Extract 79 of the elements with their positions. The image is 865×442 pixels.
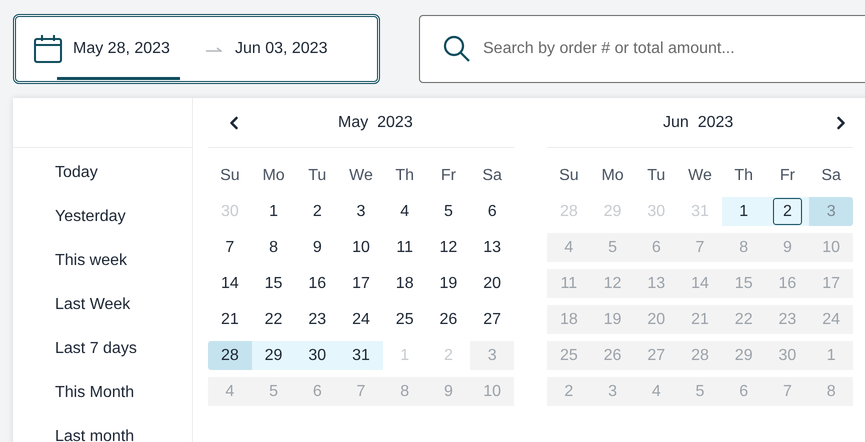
calendar-day[interactable]: 19 — [590, 305, 634, 334]
weekday-label: Sa — [481, 166, 503, 186]
weekday-label: We — [348, 166, 374, 186]
weekday-label: Sa — [820, 166, 842, 186]
calendar-day[interactable]: 6 — [722, 377, 766, 406]
calendar-day[interactable]: 18 — [547, 305, 591, 334]
search-field[interactable]: Search by order # or total amount... — [419, 15, 865, 83]
calendar-day[interactable]: 10 — [470, 377, 514, 406]
calendar-day[interactable]: 5 — [678, 377, 722, 406]
calendar-day[interactable]: 29 — [722, 341, 766, 370]
calendar-day[interactable]: 23 — [766, 305, 810, 334]
preset-option[interactable]: Yesterday — [55, 204, 126, 229]
calendar-day[interactable]: 3 — [590, 377, 634, 406]
calendar-icon — [33, 34, 63, 64]
weekday-label: Tu — [307, 166, 328, 186]
calendar-day[interactable]: 7 — [766, 377, 810, 406]
start-date[interactable]: May 28, 2023 — [57, 17, 180, 80]
calendar-day[interactable]: 8 — [722, 233, 766, 262]
weekday-label: We — [687, 166, 713, 186]
weekday-label: Fr — [440, 166, 457, 186]
month-title: Jun 2023 — [663, 112, 734, 132]
calendar-day[interactable]: 30 — [766, 341, 810, 370]
weekday-label: Tu — [646, 166, 666, 186]
calendar-day[interactable]: 9 — [426, 377, 470, 406]
preset-option[interactable]: Last month — [55, 424, 134, 442]
calendar-day[interactable]: 26 — [590, 341, 634, 370]
weekday-label: Th — [394, 166, 416, 186]
calendar-day[interactable]: 6 — [634, 233, 678, 262]
calendar-day[interactable]: 16 — [766, 269, 810, 298]
preset-option[interactable]: Last Week — [55, 292, 130, 317]
calendar-day[interactable]: 29 — [252, 341, 296, 370]
calendar-day[interactable]: 22 — [722, 305, 766, 334]
calendar-day[interactable]: 15 — [722, 269, 766, 298]
preset-option[interactable]: This Month — [55, 380, 134, 405]
calendar-day[interactable]: 14 — [678, 269, 722, 298]
calendar-day[interactable]: 21 — [678, 305, 722, 334]
calendar-day[interactable]: 10 — [809, 233, 853, 262]
preset-option[interactable]: Last 7 days — [55, 336, 137, 361]
calendar-day[interactable]: 27 — [634, 341, 678, 370]
weekday-label: Mo — [261, 166, 286, 186]
calendar-day[interactable]: 2 — [547, 377, 591, 406]
calendar-day[interactable]: 1 — [722, 197, 766, 226]
weekday-label: Fr — [778, 166, 796, 186]
calendar-day[interactable]: 11 — [547, 269, 591, 298]
calendar-day[interactable]: 1 — [809, 341, 853, 370]
calendar-day[interactable]: 9 — [766, 233, 810, 262]
preset-option[interactable]: This week — [55, 248, 128, 273]
calendar-day[interactable]: 6 — [295, 377, 340, 406]
weekday-label: Su — [219, 166, 241, 186]
calendar-day[interactable]: 2 — [766, 197, 810, 226]
search-icon — [443, 35, 471, 63]
calendar-day[interactable]: 25 — [547, 341, 591, 370]
calendar-day[interactable]: 28 — [678, 341, 722, 370]
calendar-day[interactable]: 3 — [809, 197, 853, 226]
calendar-day[interactable]: 31 — [339, 341, 383, 370]
calendar-day[interactable]: 4 — [547, 233, 591, 262]
end-date[interactable]: Jun 03, 2023 — [224, 17, 338, 80]
calendar-day[interactable]: 20 — [634, 305, 678, 334]
calendar-day[interactable]: 3 — [470, 341, 514, 370]
weekday-label: Th — [733, 166, 754, 186]
date-range-field[interactable]: May 28, 2023 Jun 03, 2023 — [13, 14, 380, 84]
calendar-day[interactable]: 7 — [339, 377, 383, 406]
calendar-day[interactable]: 24 — [809, 305, 853, 334]
calendar-day[interactable]: 5 — [590, 233, 634, 262]
weekday-label: Mo — [600, 166, 625, 186]
preset-option[interactable]: Today — [55, 160, 98, 185]
calendar-day[interactable]: 12 — [590, 269, 634, 298]
month-title: May 2023 — [338, 112, 413, 132]
calendar-day[interactable]: 8 — [382, 377, 427, 406]
calendar-day[interactable]: 7 — [678, 233, 722, 262]
calendar-day[interactable]: 13 — [634, 269, 678, 298]
calendar-day[interactable]: 4 — [208, 377, 252, 406]
calendar-day[interactable]: 4 — [634, 377, 678, 406]
calendar-day[interactable]: 28 — [208, 341, 252, 370]
calendar-day[interactable]: 17 — [809, 269, 853, 298]
weekday-label: Su — [558, 166, 580, 186]
calendar-day[interactable]: 30 — [295, 341, 340, 370]
calendar-day[interactable]: 8 — [809, 377, 853, 406]
calendar-day[interactable]: 5 — [252, 377, 296, 406]
